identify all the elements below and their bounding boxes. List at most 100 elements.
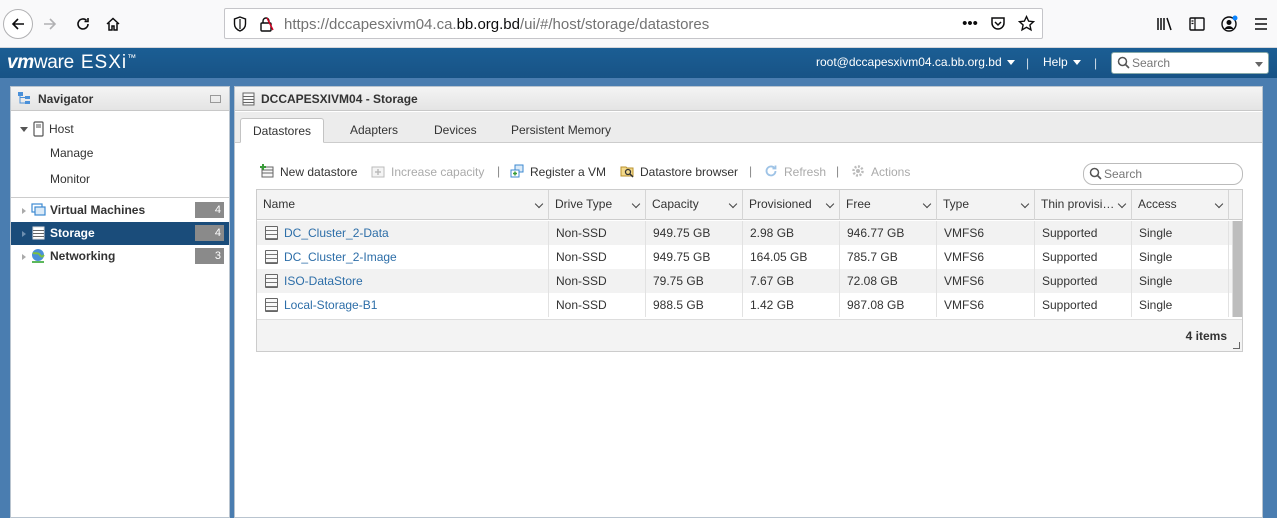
search-placeholder: Search — [1104, 167, 1143, 181]
cell-free: 946.77 GB — [840, 221, 937, 245]
cell-name[interactable]: Local-Storage-B1 — [257, 293, 549, 317]
register-vm-icon — [510, 164, 524, 178]
nav-item-manage[interactable]: Manage — [11, 142, 229, 165]
column-header-access[interactable]: Access — [1132, 190, 1229, 220]
chevron-down-icon[interactable] — [1214, 199, 1224, 209]
help-label: Help — [1043, 55, 1068, 69]
forward-button[interactable] — [35, 9, 65, 39]
monitor-label: Monitor — [50, 172, 91, 186]
datastore-search-input[interactable]: Search — [1083, 163, 1243, 185]
datastore-icon — [265, 298, 278, 312]
expand-arrow-icon[interactable] — [22, 254, 26, 260]
cell-free-text: 72.08 GB — [847, 274, 898, 288]
refresh-icon — [765, 165, 777, 177]
column-header-free[interactable]: Free — [840, 190, 937, 220]
url-text[interactable]: https://dccapesxivm04.ca.bb.org.bd/ui/#/… — [284, 16, 709, 33]
cell-name[interactable]: DC_Cluster_2-Image — [257, 245, 549, 269]
pocket-icon[interactable] — [988, 13, 1008, 33]
increase-capacity-button[interactable]: Increase capacity — [371, 164, 484, 179]
cell-free-text: 987.08 GB — [847, 298, 905, 312]
count-badge: 3 — [195, 248, 224, 264]
insecure-lock-icon[interactable] — [258, 16, 274, 32]
expand-arrow-icon[interactable] — [22, 231, 26, 237]
collapse-panel-icon[interactable] — [210, 95, 221, 103]
account-icon[interactable] — [1213, 9, 1245, 39]
actions-button[interactable]: Actions — [851, 164, 910, 179]
column-header-name[interactable]: Name — [257, 190, 549, 220]
chevron-down-icon[interactable] — [922, 199, 932, 209]
table-row[interactable]: DC_Cluster_2-Data Non-SSD 949.75 GB 2.98 GB… — [257, 221, 1232, 245]
column-header-drive-type[interactable]: Drive Type — [549, 190, 646, 220]
cell-capacity-text: 949.75 GB — [653, 226, 711, 240]
cell-access-text: Single — [1139, 274, 1173, 288]
tab-devices[interactable]: Devices — [422, 118, 489, 143]
datastore-browser-button[interactable]: Datastore browser — [620, 164, 738, 179]
resize-grip-icon[interactable] — [1233, 342, 1240, 349]
cell-access-text: Single — [1139, 226, 1173, 240]
user-menu[interactable]: root@dccapesxivm04.ca.bb.org.bd — [816, 55, 1015, 69]
cell-provisioned: 1.42 GB — [743, 293, 840, 317]
chevron-down-icon[interactable] — [1255, 62, 1263, 67]
header-search-input[interactable]: Search — [1111, 52, 1269, 74]
cell-provisioned: 2.98 GB — [743, 221, 840, 245]
cell-drive-type-text: Non-SSD — [556, 274, 607, 288]
storage-label: Storage — [50, 226, 95, 240]
menu-icon[interactable] — [1245, 9, 1277, 39]
nav-item-storage[interactable]: Storage 4 — [11, 222, 229, 245]
column-header-provisioned[interactable]: Provisioned — [743, 190, 840, 220]
url-bar[interactable]: https://dccapesxivm04.ca.bb.org.bd/ui/#/… — [224, 8, 1043, 39]
expand-arrow-icon[interactable] — [20, 127, 28, 132]
nav-item-networking[interactable]: Networking 3 — [11, 245, 229, 268]
new-datastore-button[interactable]: New datastore — [260, 164, 357, 179]
column-header-thin-provisioning[interactable]: Thin provisi… — [1035, 190, 1132, 220]
tab-persistent-memory[interactable]: Persistent Memory — [499, 118, 623, 143]
chevron-down-icon[interactable] — [631, 199, 641, 209]
table-row[interactable]: DC_Cluster_2-Image Non-SSD 949.75 GB 164.05… — [257, 245, 1232, 269]
tab-datastores[interactable]: Datastores — [240, 118, 325, 143]
navigator-icon — [18, 92, 30, 104]
cell-name[interactable]: DC_Cluster_2-Data — [257, 221, 549, 245]
column-header-type[interactable]: Type — [937, 190, 1035, 220]
chevron-down-icon[interactable] — [728, 199, 738, 209]
column-label: Name — [263, 197, 296, 211]
datastore-icon — [265, 250, 278, 264]
back-button[interactable] — [3, 9, 33, 39]
register-vm-button[interactable]: Register a VM — [510, 164, 606, 179]
cell-name-text: DC_Cluster_2-Data — [284, 226, 389, 240]
table-scrollbar[interactable] — [1232, 221, 1242, 317]
page-actions-icon[interactable]: ••• — [960, 13, 980, 33]
column-label: Provisioned — [749, 197, 812, 211]
arrow-left-icon — [11, 18, 24, 30]
table-row[interactable]: ISO-DataStore Non-SSD 79.75 GB 7.67 GB 72.08… — [257, 269, 1232, 293]
sidebar-icon[interactable] — [1181, 9, 1213, 39]
chevron-down-icon[interactable] — [534, 199, 544, 209]
cell-thin-provisioning: Supported — [1035, 293, 1132, 317]
table-header: Name Drive Type Capacity Provisioned Fre… — [257, 190, 1242, 220]
shield-icon[interactable] — [233, 16, 247, 32]
cell-type: VMFS6 — [937, 221, 1035, 245]
bookmark-star-icon[interactable] — [1016, 13, 1036, 33]
cell-type-text: VMFS6 — [944, 274, 985, 288]
column-label: Access — [1138, 197, 1177, 211]
column-header-capacity[interactable]: Capacity — [646, 190, 743, 220]
help-menu[interactable]: Help — [1043, 55, 1081, 69]
cell-name[interactable]: ISO-DataStore — [257, 269, 549, 293]
nav-item-monitor[interactable]: Monitor — [11, 168, 229, 191]
nav-item-virtual-machines[interactable]: Virtual Machines 4 — [11, 199, 229, 222]
chevron-down-icon[interactable] — [1117, 199, 1127, 209]
count-badge: 4 — [195, 225, 224, 241]
tab-adapters[interactable]: Adapters — [338, 118, 410, 143]
datastore-browser-label: Datastore browser — [640, 165, 739, 179]
esxi-header: vmware ESXi™ root@dccapesxivm04.ca.bb.org… — [0, 48, 1277, 78]
chevron-down-icon[interactable] — [825, 199, 835, 209]
chevron-down-icon[interactable] — [1020, 199, 1030, 209]
nav-item-host[interactable]: Host — [11, 118, 229, 141]
library-icon[interactable] — [1149, 9, 1181, 39]
browser-toolbar: https://dccapesxivm04.ca.bb.org.bd/ui/#/… — [0, 0, 1277, 48]
cell-drive-type: Non-SSD — [549, 221, 646, 245]
expand-arrow-icon[interactable] — [22, 208, 26, 214]
table-row[interactable]: Local-Storage-B1 Non-SSD 988.5 GB 1.42 GB 98… — [257, 293, 1232, 317]
refresh-button[interactable]: Refresh — [764, 164, 826, 179]
reload-button[interactable] — [68, 9, 98, 39]
home-button[interactable] — [98, 9, 128, 39]
